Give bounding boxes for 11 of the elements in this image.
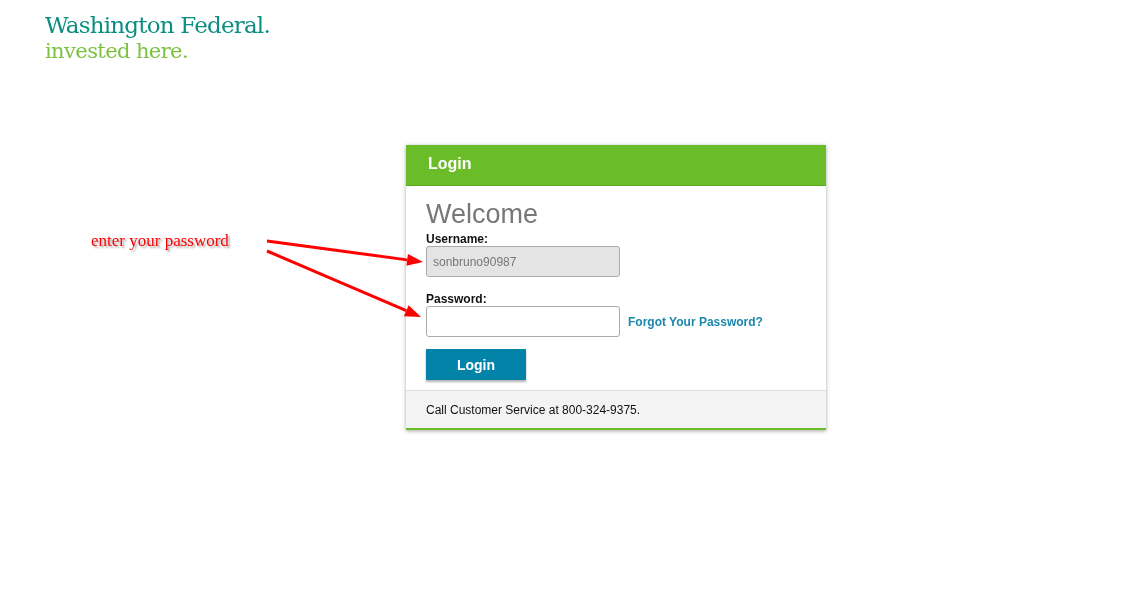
forgot-password-link[interactable]: Forgot Your Password? [628,314,763,329]
login-button[interactable]: Login [426,349,526,380]
customer-service-note: Call Customer Service at 800-324-9375. [406,390,826,428]
annotation-text: enter your password [91,231,229,251]
logo-tagline: invested here. [45,39,188,63]
password-field[interactable] [426,306,620,337]
welcome-heading: Welcome [426,199,539,229]
logo-name: Washington Federal. [45,12,270,39]
panel-title: Login [406,145,826,186]
username-label: Username: [426,232,489,246]
password-label: Password: [426,292,487,306]
